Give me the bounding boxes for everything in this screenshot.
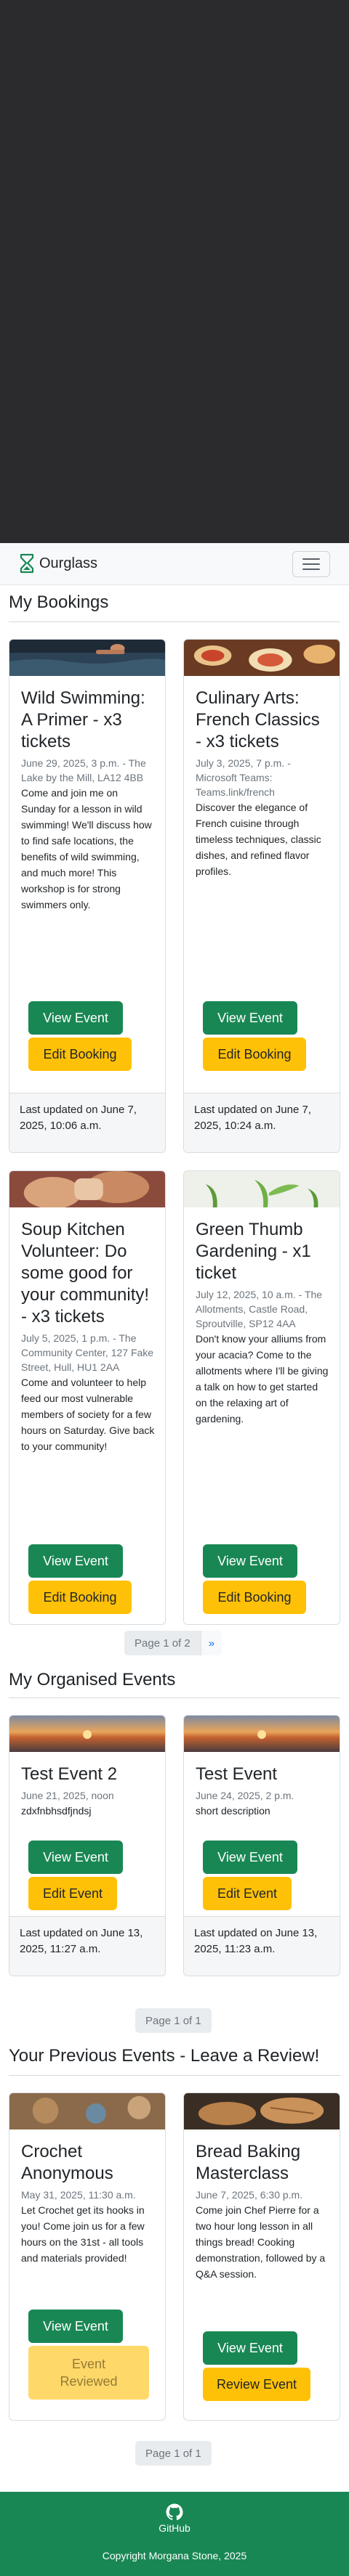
view-event-button[interactable]: View Event: [203, 1841, 297, 1874]
section-title-previous: Your Previous Events - Leave a Review!: [9, 2046, 320, 2066]
event-title: Test Event: [196, 1764, 278, 1784]
brand-link[interactable]: Ourglass: [19, 553, 97, 574]
event-title: Test Event 2: [21, 1764, 118, 1784]
event-description: Come and join me on Sunday for a lesson …: [21, 787, 152, 910]
edit-booking-button[interactable]: Edit Booking: [28, 1038, 132, 1071]
event-image-sunset: [9, 1716, 165, 1752]
divider: [9, 621, 340, 622]
section-title-bookings: My Bookings: [9, 592, 109, 612]
booking-card: Soup Kitchen Volunteer: Do some good for…: [9, 1170, 166, 1625]
edit-event-button[interactable]: Edit Event: [203, 1877, 292, 1910]
event-image-wild-swimming: [9, 640, 165, 676]
previous-event-card: Crochet Anonymous May 31, 2025, 11:30 a.…: [9, 2092, 166, 2421]
event-image-gardening: [184, 1171, 340, 1207]
github-icon: [166, 2503, 183, 2521]
view-event-button[interactable]: View Event: [28, 2310, 123, 2343]
organised-pagination: Page 1 of 1: [135, 2008, 212, 2033]
page-indicator: Page 1 of 2: [124, 1631, 201, 1655]
hourglass-icon: [20, 553, 34, 574]
previous-pagination: Page 1 of 1: [135, 2441, 212, 2466]
next-page-button[interactable]: »: [200, 1631, 222, 1655]
event-date-location: July 5, 2025, 1 p.m. - The Community Cen…: [21, 1332, 154, 1373]
event-date-location: July 12, 2025, 10 a.m. - The Allotments,…: [196, 1289, 323, 1329]
review-event-button[interactable]: Review Event: [203, 2368, 310, 2401]
event-description: zdxfnbhsdfjndsj: [21, 1805, 92, 1817]
booking-card: Culinary Arts: French Classics - x3 tick…: [183, 639, 340, 1153]
booking-card: Green Thumb Gardening - x1 ticket July 1…: [183, 1170, 340, 1625]
navbar: Ourglass: [0, 543, 349, 585]
hero-banner: [0, 0, 349, 543]
booking-card: Wild Swimming: A Primer - x3 tickets Jun…: [9, 639, 166, 1153]
event-title: Culinary Arts: French Classics - x3 tick…: [196, 688, 320, 751]
event-title: Green Thumb Gardening - x1 ticket: [196, 1220, 311, 1283]
card-footer-updated: Last updated on June 7, 2025, 10:24 a.m.: [184, 1093, 340, 1152]
event-date: May 31, 2025, 11:30 a.m.: [21, 2189, 136, 2201]
github-label: GitHub: [159, 2522, 190, 2534]
copyright-text: Copyright Morgana Stone, 2025: [102, 2550, 247, 2561]
event-image-crochet: [9, 2093, 165, 2129]
page-indicator: Page 1 of 1: [135, 2441, 212, 2466]
event-title: Bread Baking Masterclass: [196, 2142, 301, 2183]
view-event-button[interactable]: View Event: [28, 1001, 123, 1035]
event-description: short description: [196, 1805, 270, 1817]
view-event-button[interactable]: View Event: [203, 1001, 297, 1035]
edit-booking-button[interactable]: Edit Booking: [203, 1038, 306, 1071]
event-description: Discover the elegance of French cuisine …: [196, 802, 321, 877]
event-date-location: July 3, 2025, 7 p.m. - Microsoft Teams: …: [196, 757, 291, 798]
divider: [9, 1697, 340, 1698]
event-date: June 21, 2025, noon: [21, 1790, 114, 1801]
event-image-soup-kitchen: [9, 1171, 165, 1207]
page-indicator: Page 1 of 1: [135, 2008, 212, 2033]
view-event-button[interactable]: View Event: [28, 1544, 123, 1578]
event-date-location: June 29, 2025, 3 p.m. - The Lake by the …: [21, 757, 146, 783]
card-footer-updated: Last updated on June 7, 2025, 10:06 a.m.: [9, 1093, 165, 1152]
event-image-bread: [184, 2093, 340, 2129]
view-event-button[interactable]: View Event: [203, 1544, 297, 1578]
site-footer: GitHub Copyright Morgana Stone, 2025: [0, 2492, 349, 2576]
event-description: Come join Chef Pierre for a two hour lon…: [196, 2204, 326, 2280]
edit-event-button[interactable]: Edit Event: [28, 1877, 117, 1910]
card-footer-updated: Last updated on June 13, 2025, 11:27 a.m…: [9, 1916, 165, 1976]
view-event-button[interactable]: View Event: [203, 2331, 297, 2365]
organised-event-card: Test Event June 24, 2025, 2 p.m. short d…: [183, 1715, 340, 1976]
brand-name: Ourglass: [39, 555, 98, 571]
previous-event-card: Bread Baking Masterclass June 7, 2025, 6…: [183, 2092, 340, 2421]
event-reviewed-button: Event Reviewed: [28, 2346, 149, 2400]
github-link[interactable]: GitHub: [155, 2503, 194, 2534]
section-title-organised: My Organised Events: [9, 1670, 176, 1690]
event-image-french-food: [184, 640, 340, 676]
divider: [9, 2075, 340, 2076]
bookings-pagination: Page 1 of 2 »: [124, 1631, 222, 1655]
edit-booking-button[interactable]: Edit Booking: [28, 1581, 132, 1614]
event-title: Wild Swimming: A Primer - x3 tickets: [21, 688, 145, 751]
organised-event-card: Test Event 2 June 21, 2025, noon zdxfnbh…: [9, 1715, 166, 1976]
event-description: Let Crochet get its hooks in you! Come j…: [21, 2204, 145, 2264]
event-title: Crochet Anonymous: [21, 2142, 113, 2183]
event-description: Come and volunteer to help feed our most…: [21, 1377, 155, 1452]
event-title: Soup Kitchen Volunteer: Do some good for…: [21, 1220, 150, 1326]
card-footer-updated: Last updated on June 13, 2025, 11:23 a.m…: [184, 1916, 340, 1976]
event-date: June 7, 2025, 6:30 p.m.: [196, 2189, 303, 2201]
hamburger-menu-icon: [302, 558, 320, 570]
view-event-button[interactable]: View Event: [28, 1841, 123, 1874]
event-image-sunset: [184, 1716, 340, 1752]
event-description: Don't know your alliums from your acacia…: [196, 1333, 329, 1424]
menu-toggle-button[interactable]: [292, 551, 330, 577]
event-date: June 24, 2025, 2 p.m.: [196, 1790, 294, 1801]
edit-booking-button[interactable]: Edit Booking: [203, 1581, 306, 1614]
